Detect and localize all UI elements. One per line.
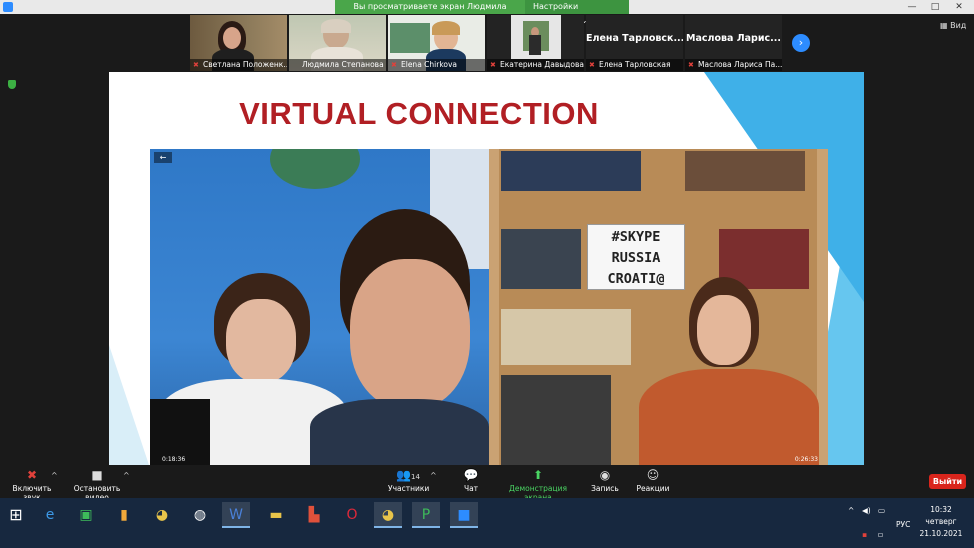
participants-count: 14 xyxy=(411,473,420,481)
flag-icon[interactable]: ▪ xyxy=(862,530,867,539)
volume-icon[interactable]: ◀) xyxy=(862,506,871,515)
reaction-smiley-icon: ☺ xyxy=(646,468,660,482)
participant-tile[interactable]: Елена Тарловск... ✖ Елена Тарловская xyxy=(586,15,683,71)
mic-muted-icon: ✖ xyxy=(589,61,595,69)
participants-icon: 👥14 xyxy=(396,468,420,482)
video-camera-icon: ■ xyxy=(91,468,103,482)
system-clock[interactable]: 10:32 четверг 21.10.2021 xyxy=(918,504,964,540)
publisher-icon[interactable]: P xyxy=(412,502,440,528)
record-button[interactable]: ◉ Запись xyxy=(589,468,621,493)
internet-explorer-icon[interactable]: e xyxy=(36,502,64,528)
view-label: Вид xyxy=(950,21,967,30)
record-icon: ◉ xyxy=(599,468,611,482)
slide-decoration xyxy=(109,345,149,465)
participant-tile[interactable]: Маслова Ларис... ✖ Маслова Лариса Па... xyxy=(685,15,782,71)
participant-name: ✖ Екатерина Давыдова xyxy=(487,59,584,71)
participant-tile[interactable]: ✖ Екатерина Давыдова xyxy=(487,15,584,71)
meeting-toolbar: ✖ Включить звук ^ ■ Остановить видео ^ 👥… xyxy=(0,465,974,502)
participant-big-name: Елена Тарловск... xyxy=(586,33,683,44)
view-settings-button[interactable]: Настройки просмотра ⌄ xyxy=(525,0,629,25)
globe-icon[interactable]: ◍ xyxy=(186,502,214,528)
share-message: Вы просматриваете экран Людмила Степанов… xyxy=(335,0,525,25)
zoom-window: Вы просматриваете экран Людмила Степанов… xyxy=(0,0,974,548)
video-options-caret[interactable]: ^ xyxy=(123,471,130,480)
participants-options-caret[interactable]: ^ xyxy=(430,471,437,480)
clock-day: четверг xyxy=(925,517,957,526)
video-back-button[interactable]: ← xyxy=(154,152,172,163)
share-screen-icon: ⬆ xyxy=(532,468,544,482)
mic-muted-icon: ✖ xyxy=(490,61,496,69)
mic-muted-icon: ✖ xyxy=(193,61,199,69)
record-label: Запись xyxy=(591,484,619,493)
mic-muted-icon: ✖ xyxy=(391,61,397,69)
video-time-right: 0:26:33 xyxy=(794,456,818,463)
chrome-icon[interactable]: ◕ xyxy=(148,502,176,528)
chrome-running-icon[interactable]: ◕ xyxy=(374,502,402,528)
view-button[interactable]: ▦ Вид xyxy=(940,21,966,30)
slide-title: VIRTUAL CONNECTION xyxy=(239,96,599,131)
word-icon[interactable]: W xyxy=(222,502,250,528)
notes-icon[interactable]: ▮ xyxy=(110,502,138,528)
chat-icon: 💬 xyxy=(463,468,479,482)
reactions-label: Реакции xyxy=(636,484,670,493)
participant-tile-active-speaker[interactable]: Людмила Степанова xyxy=(289,15,386,71)
video-right-scene: #SKYPE RUSSIA CROATI@ xyxy=(489,149,828,465)
close-button[interactable]: ✕ xyxy=(948,0,970,14)
zoom-taskbar-icon[interactable]: ■ xyxy=(450,502,478,528)
zoom-app-icon xyxy=(3,2,13,12)
sign-line: #SKYPE xyxy=(611,229,661,245)
shared-screen: VIRTUAL CONNECTION #SKYPE RUSSIA CROATI@… xyxy=(109,72,864,465)
screen-share-banner: Вы просматриваете экран Людмила Степанов… xyxy=(335,0,629,25)
windows-start-icon[interactable]: ⊞ xyxy=(2,502,30,528)
network-icon[interactable]: ▭ xyxy=(878,506,885,515)
participant-tile[interactable]: ✖ Elena Chirkova xyxy=(388,15,485,71)
participant-name: Людмила Степанова xyxy=(289,59,386,71)
shield-icon[interactable] xyxy=(8,80,16,89)
stop-video-button[interactable]: ■ Остановить видео xyxy=(66,468,128,502)
minimize-button[interactable]: — xyxy=(901,0,923,14)
clock-time: 10:32 xyxy=(930,505,952,514)
store-icon[interactable]: ▣ xyxy=(72,502,100,528)
opera-icon[interactable]: O xyxy=(338,502,366,528)
clock-date: 21.10.2021 xyxy=(919,529,963,538)
participants-label: Участники xyxy=(388,484,430,493)
sign-line: RUSSIA xyxy=(611,250,661,266)
mic-muted-icon: ✖ xyxy=(688,61,694,69)
reactions-button[interactable]: ☺ Реакции xyxy=(636,468,670,493)
windows-taskbar: ⊞ e ▣ ▮ ◕ ◍ W ▬ ▙ O ◕ P ■ ^ ◀) ▭ РУС 10:… xyxy=(0,498,974,548)
next-page-button[interactable]: › xyxy=(792,34,810,52)
file-explorer-icon[interactable]: ▬ xyxy=(262,502,290,528)
tray-caret-icon[interactable]: ^ xyxy=(848,506,854,515)
language-indicator[interactable]: РУС xyxy=(896,520,910,529)
notification-icon[interactable]: ▫ xyxy=(878,530,883,539)
participant-name: ✖ Elena Chirkova xyxy=(388,59,485,71)
video-time-left: 0:18:36 xyxy=(162,456,186,463)
sign-line: CROATI@ xyxy=(607,271,665,287)
skype-sign: #SKYPE RUSSIA CROATI@ xyxy=(587,224,685,290)
chat-label: Чат xyxy=(463,484,479,493)
embedded-video: #SKYPE RUSSIA CROATI@ ← 0:18:36 0:26:33 xyxy=(150,149,828,465)
title-bar: Вы просматриваете экран Людмила Степанов… xyxy=(0,0,974,25)
participant-name: ✖ Маслова Лариса Па... xyxy=(685,59,782,71)
participant-big-name: Маслова Ларис... xyxy=(686,33,781,44)
participant-strip: ✖ Светлана Положенк... Людмила Степанова … xyxy=(190,15,782,71)
audio-options-caret[interactable]: ^ xyxy=(51,471,58,480)
participant-tile[interactable]: ✖ Светлана Положенк... xyxy=(190,15,287,71)
pdf-reader-icon[interactable]: ▙ xyxy=(300,502,328,528)
participant-name: ✖ Светлана Положенк... xyxy=(190,59,287,71)
share-screen-button[interactable]: ⬆ Демонстрация экрана xyxy=(498,468,578,502)
chat-button[interactable]: 💬 Чат xyxy=(458,468,484,493)
participant-name: ✖ Елена Тарловская xyxy=(586,59,683,71)
video-left-scene xyxy=(150,149,489,465)
maximize-button[interactable]: □ xyxy=(924,0,946,14)
leave-button[interactable]: Выйти xyxy=(929,474,966,489)
participants-button[interactable]: 👥14 Участники xyxy=(388,468,430,493)
